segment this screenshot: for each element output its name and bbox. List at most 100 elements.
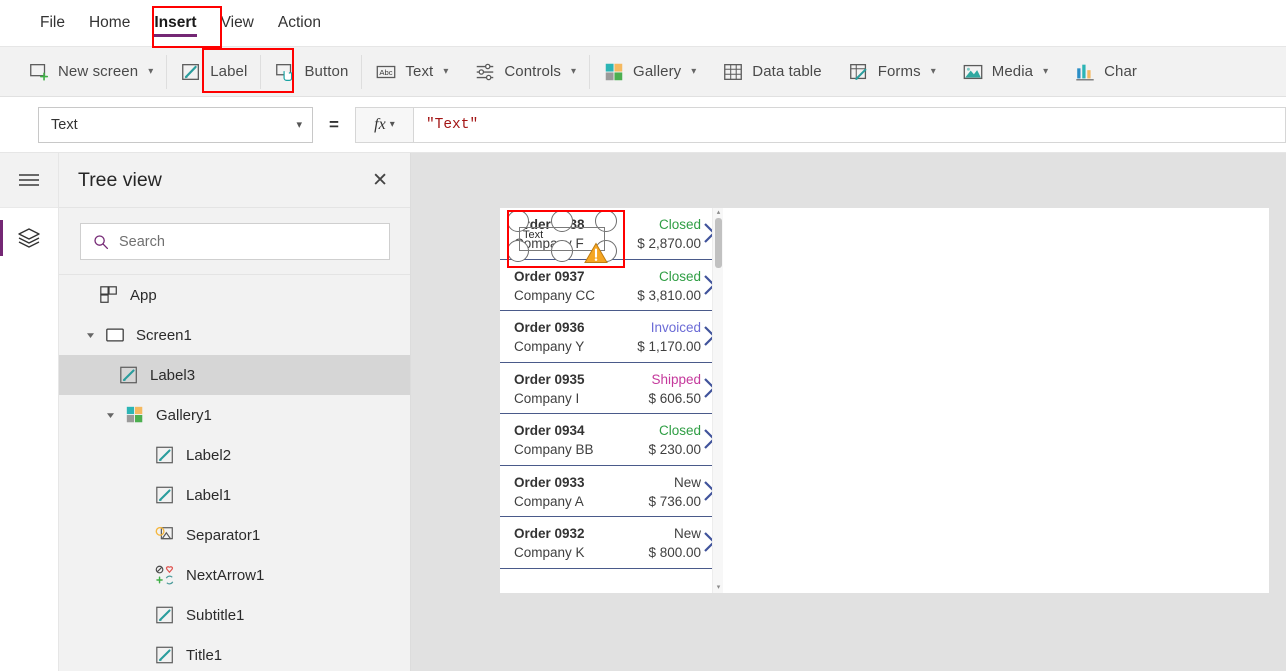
- order-amount: $ 606.50: [648, 390, 701, 406]
- tree-node-label1[interactable]: Label1: [59, 475, 410, 515]
- tree-node-app[interactable]: App: [59, 275, 410, 315]
- tree-node-separator1[interactable]: Separator1: [59, 515, 410, 555]
- fx-label: fx: [374, 115, 386, 133]
- ribbon-data-table-button[interactable]: Data table: [709, 47, 834, 97]
- property-selector-dropdown[interactable]: Text ▾: [38, 106, 313, 143]
- controls-icon: [477, 63, 494, 80]
- tree-node-label: NextArrow1: [186, 566, 265, 584]
- ribbon-label: Media: [991, 63, 1034, 80]
- menu-item-insert[interactable]: Insert: [142, 0, 208, 46]
- label-icon: [120, 366, 137, 384]
- insert-ribbon: New screen ▾ Label Button Abc Text ▾ Con…: [0, 47, 1286, 97]
- menu-bar: File Home Insert View Action: [0, 0, 1286, 47]
- ribbon-charts-button[interactable]: Char: [1061, 47, 1150, 97]
- ribbon-controls-button[interactable]: Controls ▾: [461, 47, 589, 97]
- fx-button[interactable]: fx ▾: [354, 106, 413, 143]
- tree-node-title1[interactable]: Title1: [59, 635, 410, 671]
- tree-node-label: Screen1: [136, 326, 192, 344]
- charts-icon: [1076, 64, 1094, 80]
- order-amount: $ 1,170.00: [637, 339, 701, 354]
- ribbon-label: Button: [304, 63, 349, 80]
- gallery-row[interactable]: Order 0933 New Company A $ 736.00: [500, 465, 723, 517]
- menu-item-view[interactable]: View: [209, 0, 266, 46]
- ribbon-gallery-button[interactable]: Gallery ▾: [590, 47, 709, 97]
- tree-view-header: Tree view ✕: [59, 153, 410, 208]
- chevron-down-icon: ▾: [443, 66, 449, 77]
- ribbon-label-button[interactable]: Label: [167, 47, 260, 97]
- equals-sign: =: [329, 114, 339, 134]
- ribbon-label: Data table: [752, 63, 822, 80]
- ribbon-label: Gallery: [633, 63, 682, 80]
- annotation-box-selected-label: [507, 210, 625, 268]
- chevron-down-icon: ▾: [571, 66, 577, 77]
- label-icon: [156, 606, 173, 624]
- tree-node-screen1[interactable]: Screen1: [59, 315, 410, 355]
- order-number: Order 0933: [514, 474, 585, 490]
- gallery-row[interactable]: Order 0934 Closed Company BB $ 230.00: [500, 414, 723, 466]
- scroll-up-arrow[interactable]: ▴: [713, 208, 723, 218]
- forms-icon: [849, 63, 867, 80]
- hamburger-icon: [19, 174, 39, 186]
- search-input[interactable]: Search: [80, 223, 390, 260]
- label-icon: [156, 486, 173, 504]
- gallery-icon: [605, 63, 623, 80]
- twisty-expanded-icon[interactable]: [81, 331, 99, 340]
- ribbon-new-screen-button[interactable]: New screen ▾: [0, 47, 166, 97]
- tree-search-container: Search: [59, 208, 410, 275]
- ribbon-media-button[interactable]: Media ▾: [949, 47, 1061, 97]
- ribbon-label: Char: [1104, 63, 1138, 80]
- gallery-row[interactable]: Order 0932 New Company K $ 800.00: [500, 517, 723, 569]
- order-amount: $ 2,870.00: [637, 236, 701, 251]
- label-icon: [156, 646, 173, 664]
- ribbon-label: Controls: [504, 63, 562, 80]
- left-rail: [0, 153, 59, 671]
- menu-item-home[interactable]: Home: [77, 0, 142, 46]
- formula-input[interactable]: "Text": [412, 106, 1286, 143]
- tree-node-label3[interactable]: Label3: [59, 355, 410, 395]
- tree-node-label: App: [130, 286, 157, 304]
- tree-node-label2[interactable]: Label2: [59, 435, 410, 475]
- menu-item-file[interactable]: File: [28, 0, 77, 46]
- order-number: Order 0932: [514, 526, 585, 541]
- hamburger-menu-button[interactable]: [0, 153, 58, 208]
- order-amount: $ 3,810.00: [637, 287, 701, 303]
- tree-node-list: App Screen1 Label3 Gallery1 Label2 Label…: [59, 275, 410, 671]
- tree-view-layers-icon: [18, 228, 40, 248]
- chevron-down-icon: ▾: [148, 66, 154, 77]
- order-number: Order 0934: [514, 423, 585, 438]
- separator-icon: [155, 526, 173, 540]
- close-icon[interactable]: ✕: [372, 171, 388, 190]
- tree-view-panel: Tree view ✕ Search App Screen1 Label3 Ga…: [59, 153, 411, 671]
- scrollbar-thumb[interactable]: [715, 218, 722, 268]
- tree-node-subtitle1[interactable]: Subtitle1: [59, 595, 410, 635]
- ribbon-label: Label: [210, 63, 248, 80]
- company-name: Company CC: [514, 287, 596, 303]
- tree-node-nextarrow1[interactable]: NextArrow1: [59, 555, 410, 595]
- text-abc-icon: Abc: [377, 65, 396, 78]
- selected-label-control[interactable]: Text: [507, 210, 625, 268]
- ribbon-button-button[interactable]: Button: [261, 47, 361, 97]
- formula-text: "Text": [425, 116, 479, 133]
- ribbon-text-button[interactable]: Abc Text ▾: [362, 47, 461, 97]
- ribbon-label: New screen: [58, 63, 139, 80]
- menu-item-label: Insert: [154, 14, 197, 31]
- twisty-expanded-icon[interactable]: [101, 411, 119, 420]
- tree-node-label: Label1: [186, 486, 232, 504]
- gallery-scrollbar[interactable]: ▴ ▾: [712, 208, 723, 593]
- company-name: Company BB: [514, 442, 594, 457]
- menu-item-action[interactable]: Action: [266, 0, 333, 46]
- tree-node-gallery1[interactable]: Gallery1: [59, 395, 410, 435]
- data-table-icon: [724, 63, 743, 80]
- order-status: Closed: [658, 217, 701, 232]
- scroll-down-arrow[interactable]: ▾: [713, 583, 723, 593]
- app-screen-canvas[interactable]: Order 0938 Closed Company F $ 2,870.00 Ord…: [500, 208, 1269, 593]
- screen-icon: [106, 328, 124, 342]
- gallery-row[interactable]: Order 0936 Invoiced Company Y $ 1,170.00: [500, 311, 723, 363]
- order-amount: $ 230.00: [648, 442, 701, 457]
- gallery-row[interactable]: Order 0935 Shipped Company I $ 606.50: [500, 362, 723, 414]
- canvas-area: Order 0938 Closed Company F $ 2,870.00 Ord…: [411, 153, 1286, 671]
- svg-text:Abc: Abc: [380, 67, 393, 76]
- tree-node-label: Title1: [186, 646, 223, 664]
- ribbon-forms-button[interactable]: Forms ▾: [835, 47, 949, 97]
- rail-tree-view-button[interactable]: [0, 208, 58, 268]
